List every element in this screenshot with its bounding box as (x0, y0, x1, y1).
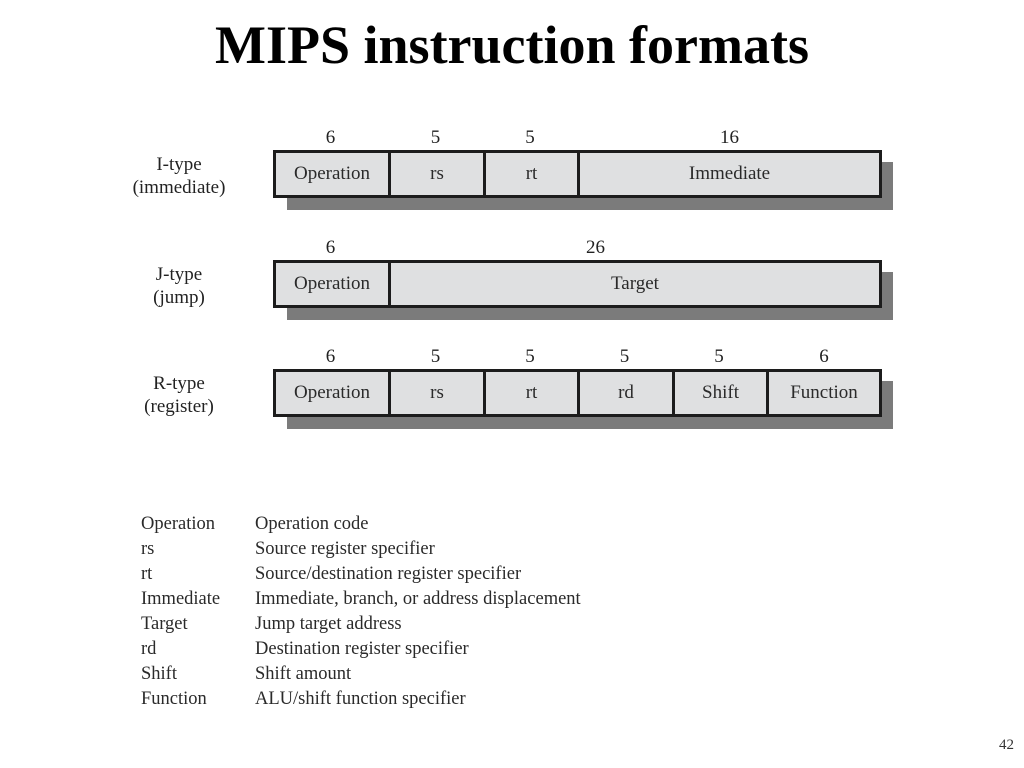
legend-row: Function ALU/shift function specifier (141, 687, 581, 712)
legend-term: Operation (141, 514, 215, 534)
legend-description: ALU/shift function specifier (255, 689, 466, 709)
field-rs: rs (391, 153, 486, 195)
instruction-box: Operation rs rt Immediate (273, 150, 882, 198)
bit-width: 6 (325, 346, 336, 367)
field-function: Function (790, 382, 858, 403)
instruction-box: Operation rs rt rd Shift Function (273, 369, 882, 417)
legend-term: rt (141, 564, 153, 584)
legend-row: rs Source register specifier (141, 537, 581, 562)
legend-description: Source register specifier (255, 539, 435, 559)
legend-description: Destination register specifier (255, 639, 469, 659)
legend-description: Jump target address (255, 614, 402, 634)
bit-widths: 6 26 (273, 237, 882, 259)
field-immediate: Immediate (688, 163, 771, 184)
legend-row: Immediate Immediate, branch, or address … (141, 587, 581, 612)
format-subtitle: (immediate) (132, 177, 226, 198)
page-number: 42 (999, 737, 1014, 753)
field-legend: Operation Operation code rs Source regis… (141, 512, 581, 712)
format-label: I-type (immediate) (108, 153, 250, 199)
instruction-box: Operation Target (273, 260, 882, 308)
bit-width: 5 (525, 346, 535, 367)
field-shift: Shift (675, 372, 769, 414)
legend-term: Immediate (141, 589, 221, 609)
field-operation: Operation (276, 263, 391, 305)
field-rs: rs (391, 372, 486, 414)
bit-width: 26 (586, 237, 605, 258)
bit-widths: 6 5 5 5 5 6 (273, 346, 882, 368)
bit-width: 5 (430, 346, 441, 367)
bit-width: 5 (619, 346, 630, 367)
legend-term: Function (141, 689, 207, 709)
field-operation: Operation (276, 372, 391, 414)
field-target: Target (611, 273, 659, 294)
legend-term: rs (141, 539, 155, 559)
format-label: J-type (jump) (108, 263, 250, 309)
legend-description: Immediate, branch, or address displaceme… (255, 589, 581, 609)
legend-description: Source/destination register specifier (255, 564, 522, 584)
legend-term: Shift (141, 664, 177, 684)
legend-description: Shift amount (255, 664, 352, 684)
field-operation: Operation (276, 153, 391, 195)
legend-term: Target (141, 614, 188, 634)
legend-row: Shift Shift amount (141, 662, 581, 687)
legend-row: Operation Operation code (141, 512, 581, 537)
field-rd: rd (580, 372, 675, 414)
format-name: J-type (155, 264, 203, 285)
bit-width: 5 (525, 127, 535, 148)
format-subtitle: (register) (144, 396, 214, 417)
field-rt: rt (486, 372, 580, 414)
bit-width: 6 (819, 346, 829, 367)
bit-width: 5 (714, 346, 724, 367)
bit-width: 16 (720, 127, 739, 148)
bit-width: 6 (325, 127, 336, 148)
format-name: I-type (156, 154, 202, 175)
field-rt: rt (486, 153, 580, 195)
legend-row: rt Source/destination register specifier (141, 562, 581, 587)
bit-width: 5 (430, 127, 441, 148)
legend-description: Operation code (255, 514, 369, 534)
format-label: R-type (register) (108, 372, 250, 418)
legend-row: Target Jump target address (141, 612, 581, 637)
bit-width: 6 (325, 237, 336, 258)
format-name: R-type (153, 373, 205, 394)
legend-row: rd Destination register specifier (141, 637, 581, 662)
format-subtitle: (jump) (153, 287, 205, 308)
slide-title: MIPS instruction formats (215, 15, 809, 75)
bit-widths: 6 5 5 16 (273, 127, 882, 149)
legend-term: rd (141, 639, 157, 659)
